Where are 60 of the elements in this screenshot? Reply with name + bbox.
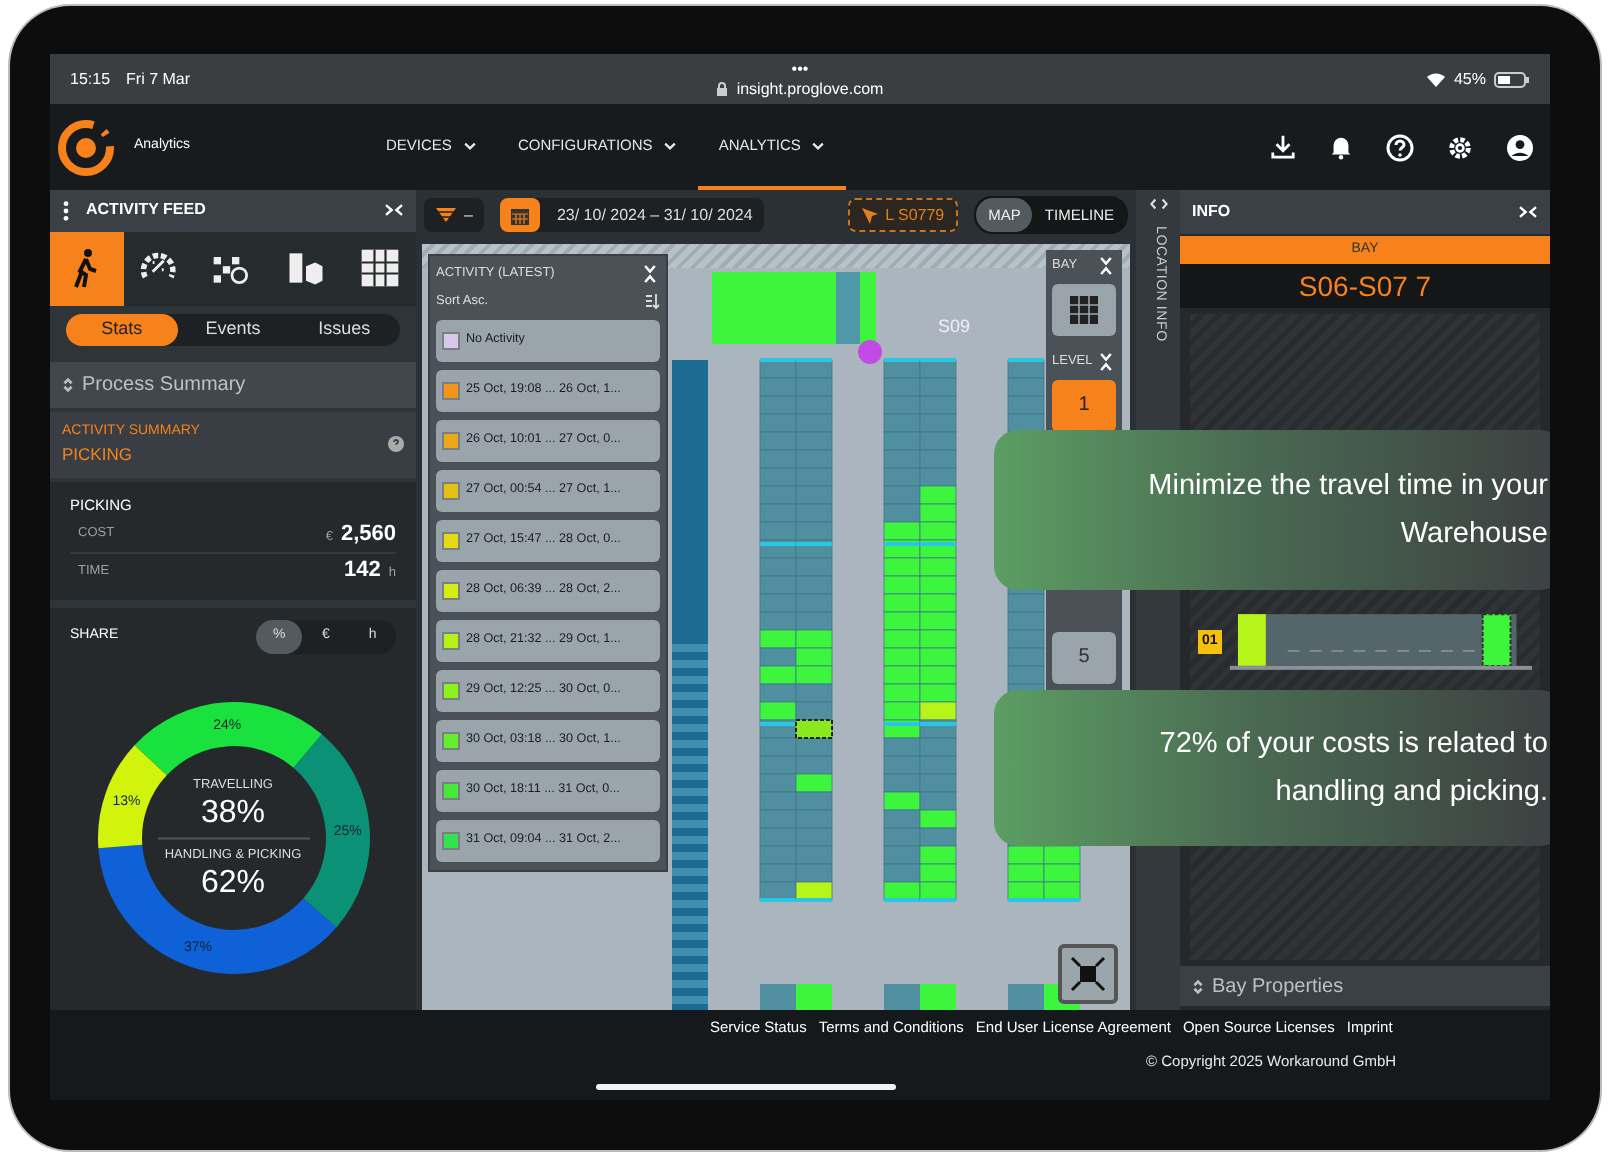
address-text[interactable]: insight.proglove.com bbox=[736, 79, 884, 99]
location-chip[interactable]: L S0779 bbox=[847, 198, 959, 232]
center-value: 62% bbox=[198, 864, 268, 901]
promo-toast: 72% of your costs is related to handling and picking. bbox=[994, 690, 1550, 846]
process-summary-toggle[interactable]: Process Summary bbox=[50, 361, 416, 407]
updown-icon bbox=[62, 375, 74, 394]
filter-button[interactable]: – bbox=[424, 198, 485, 232]
walker-icon bbox=[73, 246, 100, 291]
metric-value: 2,560 bbox=[340, 519, 396, 550]
level-button[interactable]: 1 bbox=[1052, 379, 1116, 431]
download-icon[interactable] bbox=[1270, 134, 1296, 160]
battery-percent: 45% bbox=[1453, 67, 1486, 91]
rack-grid-icon bbox=[1068, 293, 1100, 326]
lock-icon bbox=[716, 82, 729, 96]
help-icon[interactable] bbox=[1386, 133, 1414, 161]
fullscreen-button[interactable] bbox=[1058, 944, 1118, 1004]
battery-icon bbox=[1494, 71, 1530, 87]
calendar-icon bbox=[510, 205, 531, 225]
view-tab[interactable]: Events bbox=[177, 313, 289, 346]
user-icon[interactable] bbox=[1506, 133, 1534, 161]
logo-icon bbox=[54, 115, 118, 179]
bay-name: S06-S07 7 bbox=[1298, 267, 1432, 305]
bay-view-button[interactable] bbox=[1052, 283, 1116, 336]
grid-icon bbox=[357, 246, 402, 291]
metric-value: 142 bbox=[344, 556, 381, 587]
panel-title: ACTIVITY FEED bbox=[86, 198, 206, 223]
bell-icon[interactable] bbox=[1328, 134, 1354, 160]
category-tab[interactable] bbox=[50, 231, 124, 306]
kebab-menu-icon[interactable] bbox=[62, 199, 70, 222]
promo-toast: Minimize the travel time in your Warehouse bbox=[994, 430, 1550, 590]
status-date: Fri 7 Mar bbox=[126, 67, 191, 91]
sort-icon[interactable] bbox=[644, 293, 660, 310]
chevron-down-icon bbox=[662, 137, 679, 153]
settings-icon[interactable] bbox=[1446, 133, 1474, 161]
updown-icon bbox=[1192, 977, 1204, 995]
collapse-icon[interactable] bbox=[1098, 351, 1114, 372]
collapse-icon[interactable] bbox=[1098, 255, 1114, 276]
view-tab[interactable]: Issues bbox=[288, 313, 401, 346]
cursor-icon bbox=[861, 207, 878, 223]
collapse-icon[interactable] bbox=[1518, 204, 1538, 220]
expand-icon[interactable] bbox=[1149, 198, 1167, 210]
wifi-icon bbox=[1425, 71, 1446, 87]
more-dots[interactable]: ••• bbox=[791, 59, 809, 79]
summary-subtitle: PICKING bbox=[62, 442, 134, 468]
collapse-icon[interactable] bbox=[384, 202, 404, 219]
category-tab[interactable] bbox=[342, 231, 416, 306]
category-tab[interactable] bbox=[123, 231, 197, 306]
collapse-icon[interactable] bbox=[642, 263, 658, 284]
fullscreen-icon bbox=[1070, 956, 1106, 992]
filter-icon bbox=[436, 207, 456, 223]
center-value: 38% bbox=[198, 795, 268, 831]
status-time: 15:15 bbox=[70, 67, 111, 91]
chevron-down-icon bbox=[810, 137, 827, 153]
view-tab[interactable]: Stats bbox=[66, 313, 178, 346]
zone-label: S09 bbox=[938, 316, 971, 336]
date-range-picker[interactable]: 23/ 10/ 2024 – 31/ 10/ 2024 bbox=[500, 198, 765, 232]
panel-title: INFO bbox=[1192, 200, 1231, 224]
chevron-down-icon bbox=[461, 137, 478, 153]
level-button[interactable]: 5 bbox=[1052, 631, 1116, 683]
bay-properties-toggle[interactable]: Bay Properties bbox=[1180, 966, 1550, 1006]
